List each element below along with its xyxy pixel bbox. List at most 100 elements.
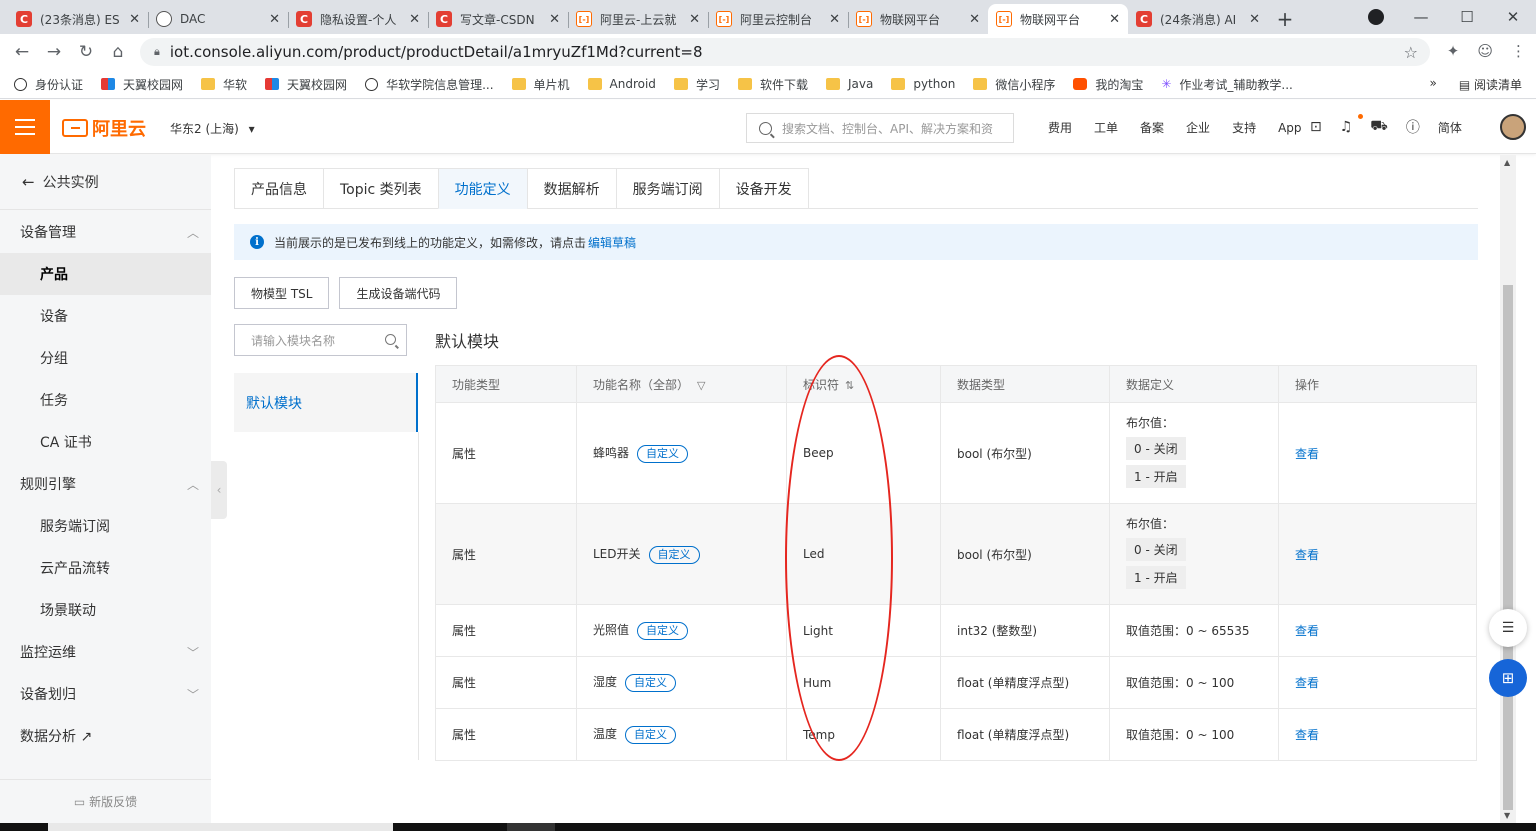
sidebar-item[interactable]: 任务	[0, 379, 211, 421]
tab-page[interactable]: 功能定义	[437, 168, 527, 209]
bookmark-item[interactable]: 华软学院信息管理...	[365, 76, 494, 93]
header-nav-item[interactable]: 备案	[1140, 119, 1164, 136]
sidebar-item[interactable]: 云产品流转	[0, 547, 211, 589]
floating-apps-button[interactable]: ⊞	[1489, 659, 1527, 697]
close-window-icon[interactable]: ✕	[1490, 8, 1536, 26]
browser-tab[interactable]: C (24条消息) AI ✕	[1128, 4, 1268, 34]
close-tab-icon[interactable]: ✕	[409, 12, 420, 27]
browser-tab[interactable]: DAC ✕	[148, 4, 288, 34]
aliyun-logo[interactable]: 阿里云	[62, 115, 146, 141]
bookmark-item[interactable]: 身份认证	[14, 76, 83, 93]
reading-list[interactable]: ▤ 阅读清单	[1459, 76, 1522, 93]
profile-indicator-icon[interactable]	[1368, 9, 1384, 25]
hamburger-menu-icon[interactable]	[0, 100, 50, 154]
col-identifier[interactable]: 标识符 ⇅	[786, 365, 941, 403]
browser-tab[interactable]: [-] 物联网平台 ✕	[848, 4, 988, 34]
view-link[interactable]: 查看	[1295, 548, 1319, 562]
sidebar-item[interactable]: 数据分析 ↗	[0, 715, 211, 757]
maximize-icon[interactable]: ☐	[1444, 8, 1490, 26]
bookmark-item[interactable]: 微信小程序	[973, 76, 1055, 93]
edit-draft-link[interactable]: 编辑草稿	[588, 234, 636, 251]
new-tab-icon[interactable]: +	[1268, 4, 1302, 34]
header-nav-item[interactable]: 支持	[1232, 119, 1256, 136]
sidebar-item[interactable]: 设备划归 ﹀	[0, 673, 211, 715]
tab-page[interactable]: 设备开发	[718, 168, 809, 209]
browser-tab[interactable]: C (23条消息) ES ✕	[8, 4, 148, 34]
bookmark-item[interactable]: 天翼校园网	[101, 76, 183, 93]
global-search-input[interactable]: 搜索文档、控制台、API、解决方案和资	[746, 113, 1014, 143]
browser-tab[interactable]: C 隐私设置-个人 ✕	[288, 4, 428, 34]
close-tab-icon[interactable]: ✕	[1249, 12, 1260, 27]
sidebar-item[interactable]: CA 证书	[0, 421, 211, 463]
bookmark-item[interactable]: Android	[587, 77, 656, 91]
home-icon[interactable]: ⌂	[102, 42, 134, 62]
taskbar-item[interactable]	[507, 823, 555, 831]
tab-page[interactable]: Topic 类列表	[323, 168, 438, 209]
scroll-up-icon[interactable]: ▲	[1504, 158, 1510, 167]
sort-icon[interactable]: ⇅	[845, 379, 854, 392]
module-list-item[interactable]: 默认模块	[234, 373, 418, 432]
bookmark-item[interactable]: 学习	[673, 76, 720, 93]
scroll-thumb[interactable]	[1503, 285, 1513, 810]
sidebar-item[interactable]: 分组	[0, 337, 211, 379]
reload-icon[interactable]: ↻	[70, 42, 102, 62]
page-scrollbar[interactable]: ▲ ▼	[1500, 155, 1516, 823]
close-tab-icon[interactable]: ✕	[969, 12, 980, 27]
tab-page[interactable]: 数据解析	[526, 168, 616, 209]
bell-icon[interactable]: ♫	[1340, 119, 1353, 135]
bookmark-item[interactable]: Java	[825, 77, 873, 91]
bookmark-star-icon[interactable]: ☆	[1404, 43, 1418, 62]
sidebar-item[interactable]: 规则引擎 ︿	[0, 463, 211, 505]
feedback-link[interactable]: ▭ 新版反馈	[0, 779, 211, 823]
bookmark-item[interactable]: ✳ 作业考试_辅助教学...	[1161, 76, 1293, 93]
extensions-icon[interactable]: ✦	[1447, 42, 1460, 60]
bookmark-item[interactable]: python	[891, 77, 955, 91]
bookmark-item[interactable]: 软件下载	[737, 76, 808, 93]
browser-tab[interactable]: [-] 阿里云-上云就 ✕	[568, 4, 708, 34]
scroll-down-icon[interactable]: ▼	[1504, 811, 1510, 820]
taskbar-item[interactable]	[48, 823, 393, 831]
tab-page[interactable]: 产品信息	[234, 168, 323, 209]
view-link[interactable]: 查看	[1295, 624, 1319, 638]
back-to-instance[interactable]: ← 公共实例	[0, 155, 211, 210]
terminal-icon[interactable]: ⊡	[1310, 119, 1322, 135]
region-selector[interactable]: 华东2 (上海) ▾	[170, 120, 255, 137]
close-tab-icon[interactable]: ✕	[549, 12, 560, 27]
filter-icon[interactable]: ▽	[697, 379, 705, 392]
cart-icon[interactable]: ⛟	[1370, 118, 1388, 136]
tab-page[interactable]: 服务端订阅	[615, 168, 719, 209]
close-tab-icon[interactable]: ✕	[829, 12, 840, 27]
tsl-button[interactable]: 物模型 TSL	[234, 277, 330, 309]
help-icon[interactable]: ⓘ	[1406, 117, 1420, 137]
view-link[interactable]: 查看	[1295, 447, 1319, 461]
sidebar-item[interactable]: 服务端订阅	[0, 505, 211, 547]
bookmark-item[interactable]: 我的淘宝	[1073, 76, 1143, 93]
close-tab-icon[interactable]: ✕	[689, 12, 700, 27]
floating-chat-button[interactable]: ☰	[1489, 609, 1527, 647]
sidebar-item[interactable]: 场景联动	[0, 589, 211, 631]
view-link[interactable]: 查看	[1295, 728, 1319, 742]
profile-icon[interactable]: ☺	[1477, 42, 1493, 60]
back-icon[interactable]: ←	[6, 42, 38, 62]
bookmark-item[interactable]: 天翼校园网	[265, 76, 347, 93]
header-nav-item[interactable]: App	[1278, 121, 1301, 135]
sidebar-item[interactable]: 产品	[0, 253, 211, 295]
bookmark-item[interactable]: 华软	[201, 76, 247, 93]
address-bar[interactable]: 🔒︎ iot.console.aliyun.com/product/produc…	[140, 38, 1430, 66]
avatar[interactable]	[1500, 114, 1526, 140]
col-name[interactable]: 功能名称（全部） ▽	[576, 365, 787, 403]
minimize-icon[interactable]: —	[1398, 8, 1444, 26]
close-tab-icon[interactable]: ✕	[129, 12, 140, 27]
header-nav-item[interactable]: 工单	[1094, 119, 1118, 136]
browser-tab[interactable]: [-] 阿里云控制台 ✕	[708, 4, 848, 34]
header-nav-item[interactable]: 费用	[1048, 119, 1072, 136]
sidebar-collapse-handle[interactable]: ‹	[211, 461, 227, 519]
sidebar-item[interactable]: 设备管理 ︿	[0, 211, 211, 253]
sidebar-item[interactable]: 设备	[0, 295, 211, 337]
module-search-input[interactable]: 请输入模块名称	[234, 324, 407, 356]
language-switch[interactable]: 简体	[1438, 119, 1462, 136]
lock-icon[interactable]: 🔒︎	[154, 45, 160, 59]
forward-icon[interactable]: →	[38, 42, 70, 62]
close-tab-icon[interactable]: ✕	[269, 12, 280, 27]
more-bookmarks[interactable]: »	[1429, 76, 1436, 93]
